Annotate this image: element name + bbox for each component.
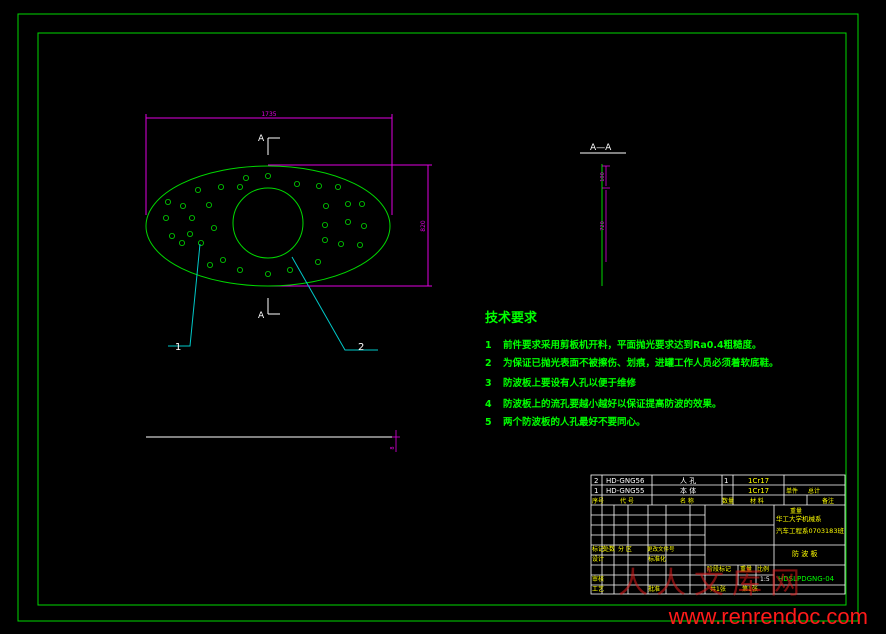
flow-holes (162, 172, 367, 277)
company-line-2: 汽车工程系0703183班 (776, 526, 844, 535)
part-name-1: 本 体 (680, 486, 696, 495)
tech-req-title: 技术要求 (485, 310, 538, 326)
section-mark-top (267, 137, 280, 155)
plate-outline (145, 165, 391, 287)
drawing-name: 防 波 板 (792, 549, 817, 558)
height-dimension (268, 164, 432, 287)
width-dimension-text: 1735 (261, 111, 276, 118)
header-material: 材 料 (750, 497, 764, 505)
section-mark-bottom (267, 298, 280, 315)
tech-req-list: 1 前件要求采用剪板机开料，平面抛光要求达到Ra0.4粗糙度。 2 为保证已抛光… (485, 339, 779, 428)
rev-doc: 更改文件号 (647, 545, 675, 553)
section-letter-top: A (258, 134, 265, 144)
height-dimension-text: 820 (420, 220, 427, 232)
part-seq-2: 2 (594, 477, 598, 485)
weight-label: 重量 (790, 507, 802, 515)
header-code: 代 号 (620, 497, 634, 505)
part-qty-2: 1 (724, 477, 728, 485)
side-dim-main-text: 720 (600, 221, 606, 231)
design-label: 设计 (592, 555, 604, 563)
header-name: 名 称 (680, 497, 694, 505)
part-code-2: HD-GNG56 (606, 477, 645, 485)
tech-req-text-1: 前件要求采用剪板机开料，平面抛光要求达到Ra0.4粗糙度。 (503, 339, 762, 351)
process-label: 工艺 (592, 585, 604, 593)
tech-req-num-2: 2 (485, 358, 492, 369)
outer-frame (17, 13, 859, 622)
part-name-2: 人 孔 (680, 477, 696, 485)
watermark-url: www.renrendoc.com (668, 604, 868, 629)
tech-req-num-3: 3 (485, 378, 492, 389)
total-label: 总计 (808, 487, 820, 495)
tech-req-num-5: 5 (485, 417, 492, 428)
tech-req-text-4: 防波板上的流孔要越小越好以保证提高防波的效果。 (503, 398, 722, 410)
drawing-canvas: 1735 820 A A 1 2 A—A 100 720 8 技术要求 1 前件… (17, 13, 859, 622)
leader-2 (291, 256, 378, 351)
watermark: 人人文库网 www.renrendoc.com (618, 566, 868, 630)
tech-req-text-2: 为保证已抛光表面不被擦伤、划痕，进罐工作人员必须着软底鞋。 (503, 357, 779, 369)
company-line-1: 华工大学机械系 (776, 514, 822, 523)
remark-label: 备注 (822, 497, 834, 505)
thickness-text: 8 (390, 446, 396, 449)
part-code-1: HD-GNG55 (606, 487, 644, 495)
watermark-cn: 人人文库网 (618, 566, 808, 601)
part-material-2: 1Cr17 (748, 477, 769, 485)
single-label: 单件 (786, 487, 798, 495)
rev-count: 处数 (603, 545, 615, 553)
rev-zone: 分 区 (618, 545, 632, 553)
manhole (232, 187, 304, 259)
tech-req-num-4: 4 (485, 399, 492, 410)
header-seq: 序号 (592, 497, 604, 505)
header-qty: 数量 (722, 497, 734, 505)
tech-req-text-5: 两个防波板的人孔最好不要同心。 (503, 416, 646, 428)
side-dim-top-text: 100 (600, 172, 606, 182)
tech-req-text-3: 防波板上要设有人孔以便于维修 (503, 377, 637, 389)
part-material-1: 1Cr17 (748, 487, 769, 495)
tech-req-num-1: 1 (485, 340, 492, 351)
section-letter-bottom: A (258, 311, 265, 321)
review-label: 审核 (592, 575, 604, 583)
balloon-1: 1 (175, 342, 181, 353)
section-title: A—A (590, 143, 612, 153)
balloon-2: 2 (358, 342, 364, 353)
leader-1 (168, 243, 201, 347)
part-seq-1: 1 (594, 487, 598, 495)
inner-frame (37, 32, 847, 606)
